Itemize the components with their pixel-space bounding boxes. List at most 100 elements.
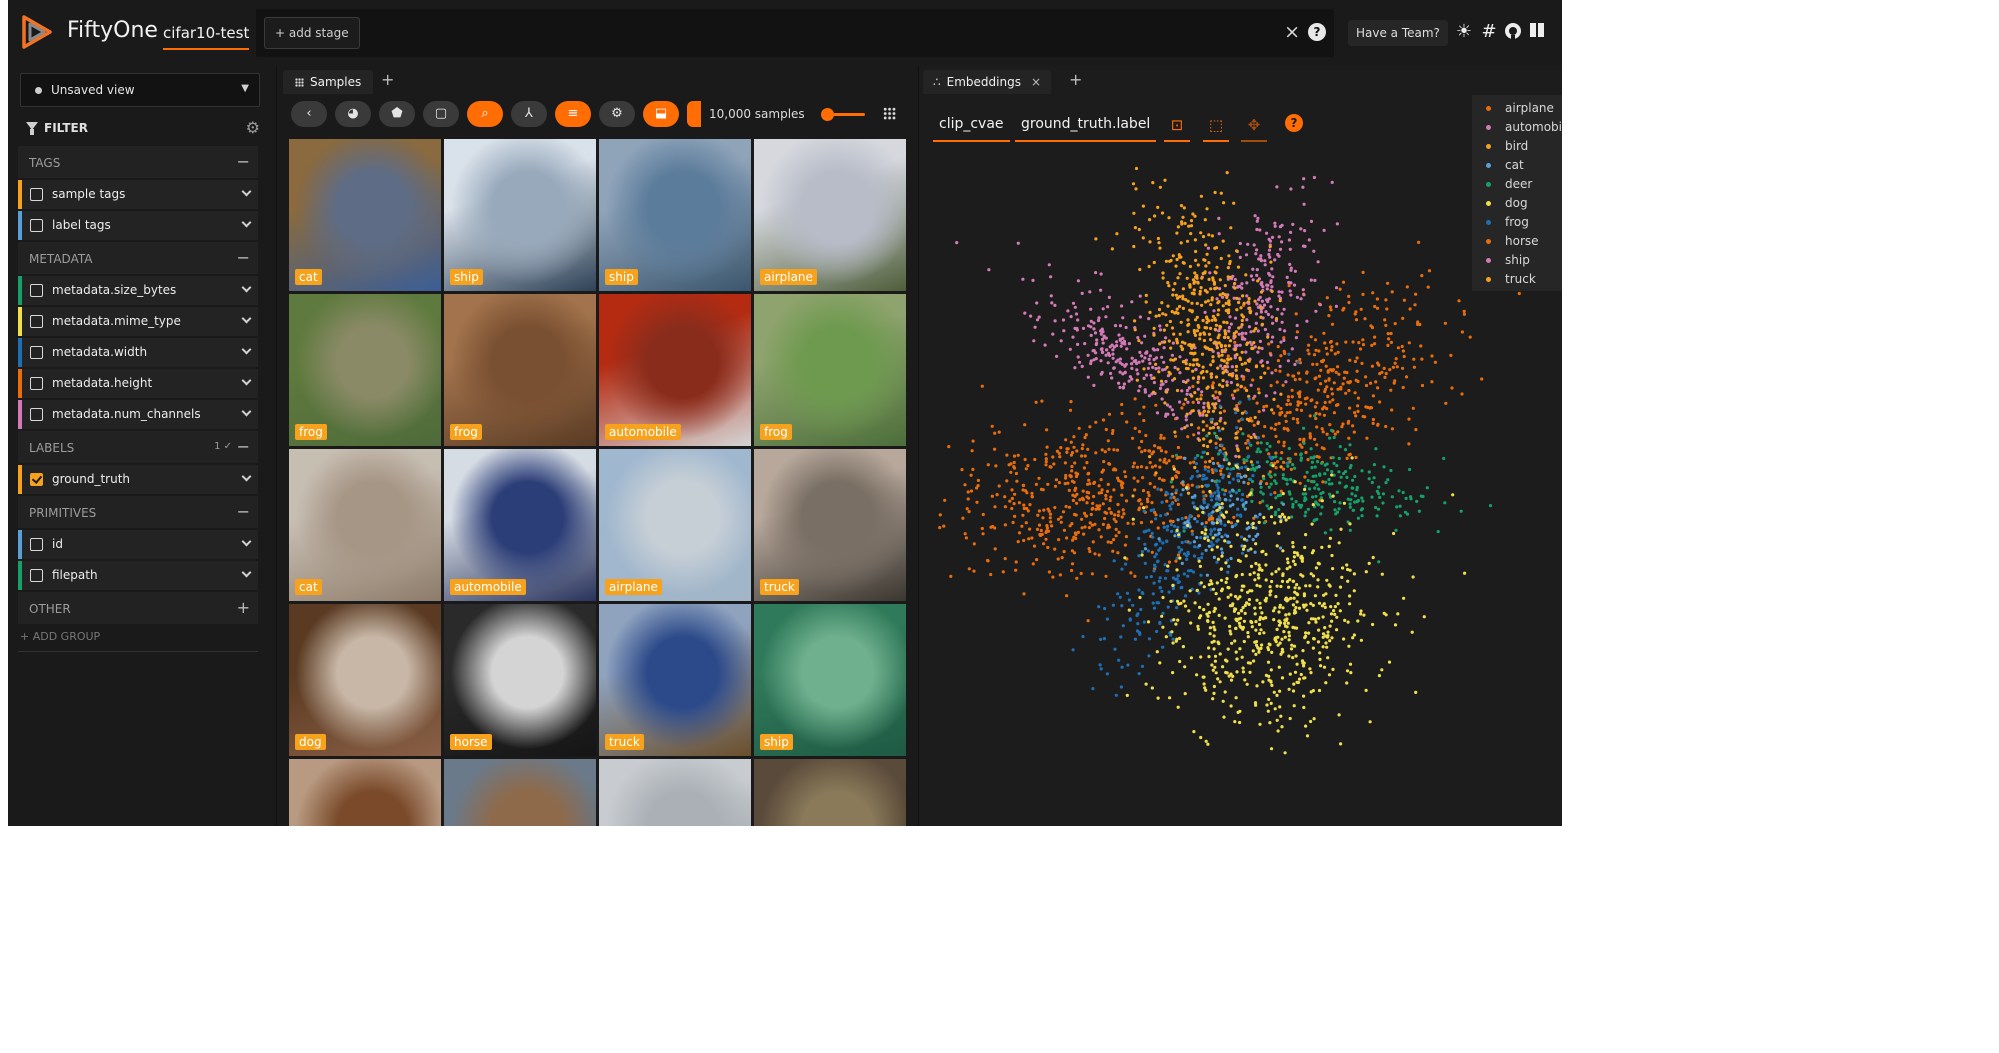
embedding-point[interactable] — [1359, 508, 1363, 512]
embedding-point[interactable] — [1171, 293, 1175, 297]
embedding-point[interactable] — [1313, 377, 1317, 381]
embedding-point[interactable] — [1132, 476, 1136, 480]
embedding-point[interactable] — [1253, 578, 1257, 582]
embedding-point[interactable] — [1235, 444, 1239, 448]
embedding-point[interactable] — [1278, 621, 1283, 625]
embedding-point[interactable] — [1192, 433, 1196, 437]
embedding-point[interactable] — [1311, 362, 1315, 366]
embedding-point[interactable] — [1179, 344, 1183, 348]
embedding-point[interactable] — [1211, 394, 1215, 398]
embedding-point[interactable] — [1229, 593, 1233, 597]
embedding-point[interactable] — [1103, 450, 1107, 454]
embedding-point[interactable] — [1182, 402, 1186, 406]
list-icon[interactable]: ≡ — [555, 101, 591, 127]
embedding-point[interactable] — [1195, 469, 1199, 473]
embedding-point[interactable] — [1352, 633, 1356, 637]
embedding-point[interactable] — [1255, 450, 1259, 454]
embedding-point[interactable] — [1115, 448, 1120, 452]
embedding-point[interactable] — [1291, 689, 1296, 693]
embedding-point[interactable] — [1206, 444, 1210, 449]
embedding-point[interactable] — [1213, 527, 1217, 531]
embedding-point[interactable] — [1191, 369, 1195, 373]
embedding-point[interactable] — [1109, 540, 1113, 545]
embedding-point[interactable] — [1298, 377, 1302, 381]
embedding-point[interactable] — [1074, 486, 1078, 490]
embedding-point[interactable] — [1200, 303, 1204, 307]
embedding-point[interactable] — [1228, 624, 1232, 628]
embedding-point[interactable] — [1274, 368, 1278, 372]
embedding-point[interactable] — [1274, 640, 1278, 644]
embedding-point[interactable] — [1216, 677, 1220, 681]
embedding-point[interactable] — [1118, 338, 1122, 342]
embedding-point[interactable] — [1242, 619, 1246, 623]
embedding-point[interactable] — [1343, 448, 1348, 452]
embedding-point[interactable] — [1281, 549, 1285, 553]
embedding-point[interactable] — [1057, 538, 1061, 542]
embedding-point[interactable] — [1213, 431, 1217, 435]
embedding-point[interactable] — [1313, 278, 1317, 282]
embedding-point[interactable] — [1193, 271, 1197, 275]
embedding-point[interactable] — [1417, 240, 1421, 244]
embedding-point[interactable] — [1101, 341, 1105, 345]
embedding-point[interactable] — [1318, 303, 1322, 307]
embedding-point[interactable] — [1217, 503, 1221, 507]
embedding-point[interactable] — [1120, 402, 1124, 407]
embedding-point[interactable] — [1241, 666, 1245, 670]
embedding-point[interactable] — [1277, 567, 1281, 571]
embedding-point[interactable] — [1375, 306, 1380, 310]
embedding-point[interactable] — [1401, 490, 1405, 495]
embedding-point[interactable] — [1226, 595, 1230, 599]
embedding-point[interactable] — [1168, 519, 1173, 523]
embedding-point[interactable] — [1355, 500, 1359, 504]
embedding-point[interactable] — [1259, 441, 1263, 445]
embedding-point[interactable] — [1328, 400, 1332, 404]
embedding-point[interactable] — [1089, 307, 1093, 311]
embedding-point[interactable] — [1236, 408, 1240, 412]
embedding-point[interactable] — [1248, 589, 1252, 593]
embedding-point[interactable] — [1372, 463, 1376, 467]
embedding-point[interactable] — [1216, 313, 1220, 317]
embedding-point[interactable] — [1199, 655, 1203, 659]
embedding-point[interactable] — [1186, 523, 1190, 528]
embedding-point[interactable] — [1267, 674, 1271, 679]
embedding-point[interactable] — [1298, 481, 1302, 485]
embedding-point[interactable] — [1209, 418, 1213, 422]
embedding-point[interactable] — [1289, 268, 1293, 272]
embedding-point[interactable] — [1292, 550, 1297, 555]
embedding-point[interactable] — [1186, 299, 1190, 303]
embedding-point[interactable] — [1176, 518, 1180, 522]
embedding-point[interactable] — [1302, 705, 1306, 710]
embedding-point[interactable] — [1227, 373, 1231, 377]
embedding-point[interactable] — [1157, 366, 1161, 370]
embedding-point[interactable] — [1384, 371, 1388, 376]
embedding-point[interactable] — [1410, 630, 1414, 634]
embedding-point[interactable] — [1121, 316, 1125, 320]
embedding-point[interactable] — [1326, 370, 1330, 374]
embedding-point[interactable] — [1355, 356, 1359, 360]
embedding-point[interactable] — [1359, 609, 1363, 613]
embedding-point[interactable] — [1139, 502, 1143, 506]
embedding-point[interactable] — [1083, 435, 1087, 440]
embedding-point[interactable] — [1163, 340, 1167, 344]
embedding-point[interactable] — [1161, 541, 1165, 545]
embedding-point[interactable] — [1218, 498, 1222, 502]
embedding-point[interactable] — [1175, 388, 1180, 393]
embedding-point[interactable] — [1097, 605, 1101, 609]
embedding-point[interactable] — [1242, 639, 1246, 644]
embedding-point[interactable] — [1348, 380, 1352, 384]
embedding-point[interactable] — [1411, 575, 1415, 579]
embedding-point[interactable] — [1274, 510, 1278, 514]
embedding-point[interactable] — [1215, 265, 1219, 269]
embedding-point[interactable] — [1348, 443, 1352, 447]
embedding-point[interactable] — [1133, 574, 1137, 578]
embedding-point[interactable] — [1227, 462, 1231, 466]
embedding-point[interactable] — [1325, 296, 1329, 300]
embedding-point[interactable] — [1228, 339, 1233, 343]
embedding-point[interactable] — [1364, 375, 1368, 379]
embedding-point[interactable] — [1012, 454, 1017, 458]
embedding-point[interactable] — [1099, 637, 1103, 641]
embedding-point[interactable] — [1276, 404, 1280, 408]
embedding-point[interactable] — [1221, 665, 1225, 669]
embedding-point[interactable] — [1200, 390, 1204, 394]
embedding-point[interactable] — [1024, 521, 1028, 525]
